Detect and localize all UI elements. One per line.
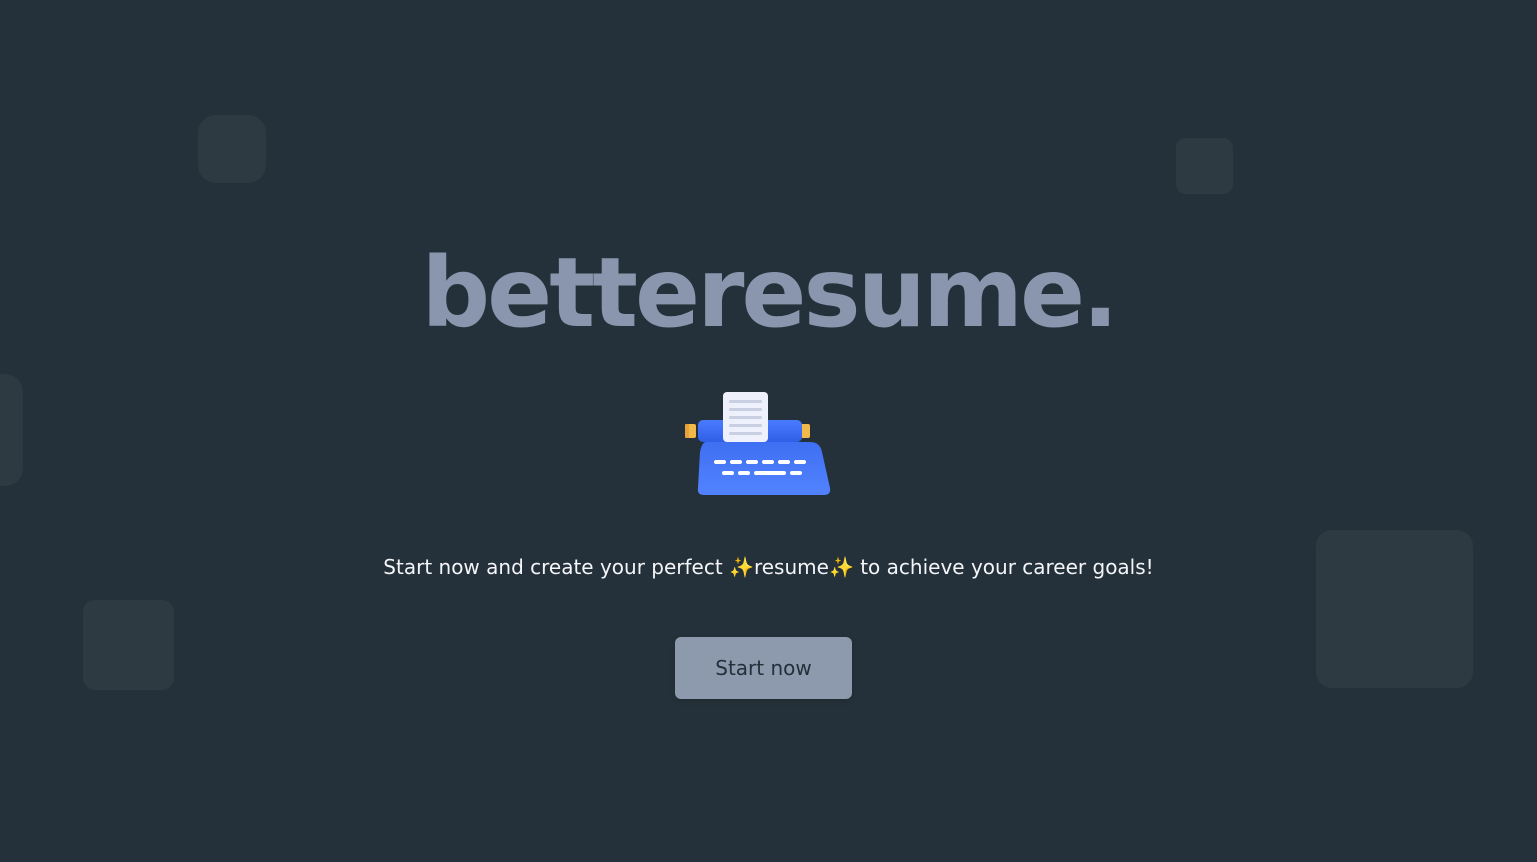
tagline-text-end: to achieve your career goals! <box>853 555 1154 579</box>
sparkle-icon: ✨ <box>729 555 754 579</box>
sparkle-icon: ✨ <box>828 555 854 579</box>
start-now-button[interactable]: Start now <box>675 637 852 699</box>
decorative-tile <box>0 374 23 486</box>
typewriter-icon <box>684 390 832 498</box>
decorative-tile <box>83 600 174 690</box>
tagline-text-start: Start now and create your perfect <box>383 555 730 579</box>
brand-logo-text: betteresume. <box>421 237 1118 349</box>
decorative-tile <box>1176 138 1233 194</box>
tagline-highlight: resume <box>753 555 829 579</box>
decorative-tile <box>198 115 266 183</box>
hero-tagline: Start now and create your perfect ✨resum… <box>0 552 1537 582</box>
landing-page: betteresume. Start now and create your p… <box>0 0 1537 862</box>
